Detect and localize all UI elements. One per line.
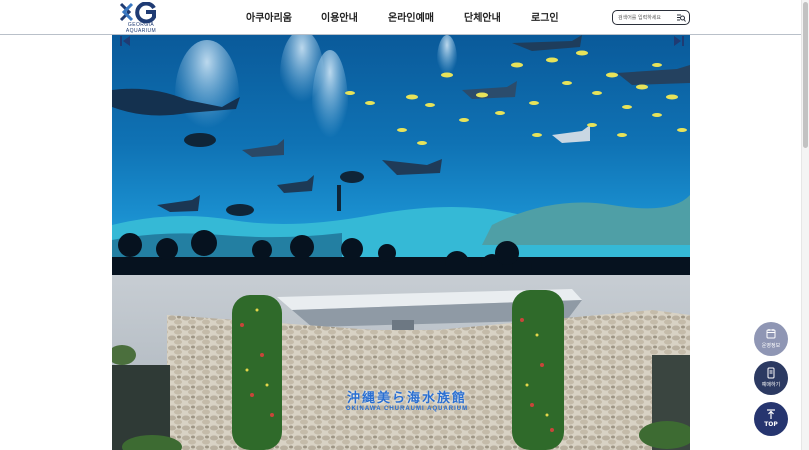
- entrance-sign-text: 沖縄美ら海水族館: [346, 391, 467, 406]
- next-arrow-icon[interactable]: [673, 35, 685, 47]
- entrance-photo: 沖縄美ら海水族館 OKINAWA CHURAUMI AQUARIUM: [112, 275, 690, 450]
- search-box: [612, 10, 690, 25]
- logo-mark: [119, 2, 156, 24]
- back-to-top-label: TOP: [764, 421, 778, 428]
- aquarium-entrance-image: [112, 275, 690, 450]
- booking-button[interactable]: 예매하기: [754, 361, 788, 395]
- page: GEORGIA AQUARIUM 아쿠아리움 이용안내 온라인예매 단체안내 로…: [0, 0, 809, 450]
- nav-item-aquarium[interactable]: 아쿠아리움: [246, 9, 292, 24]
- nav-item-booking[interactable]: 온라인예매: [388, 9, 434, 24]
- scrollbar-thumb[interactable]: [803, 2, 808, 148]
- hero-banner: [112, 35, 690, 275]
- site-logo[interactable]: GEORGIA AQUARIUM: [115, 2, 167, 34]
- nav-item-info[interactable]: 이용안내: [321, 9, 358, 24]
- page-scrollbar[interactable]: [801, 0, 809, 450]
- nav-item-group[interactable]: 단체안내: [464, 9, 501, 24]
- logo-line2: AQUARIUM: [125, 28, 157, 34]
- operating-info-label: 운영정보: [761, 343, 781, 349]
- nav-item-login[interactable]: 로그인: [531, 9, 559, 24]
- prev-arrow-icon[interactable]: [119, 35, 131, 47]
- mobile-ticket-icon: [767, 367, 775, 379]
- operating-info-button[interactable]: 운영정보: [754, 322, 788, 356]
- site-header: GEORGIA AQUARIUM 아쿠아리움 이용안내 온라인예매 단체안내 로…: [0, 0, 801, 35]
- search-icon[interactable]: [676, 13, 686, 23]
- back-to-top-button[interactable]: TOP: [754, 402, 788, 436]
- arrow-up-icon: [767, 409, 775, 419]
- calendar-icon: [766, 329, 776, 339]
- search-input[interactable]: [618, 12, 674, 23]
- logo-caption: GEORGIA AQUARIUM: [115, 22, 167, 34]
- entrance-sign-subtext: OKINAWA CHURAUMI AQUARIUM: [345, 406, 469, 412]
- aquarium-tank-image: [112, 35, 690, 275]
- booking-label: 예매하기: [761, 382, 781, 388]
